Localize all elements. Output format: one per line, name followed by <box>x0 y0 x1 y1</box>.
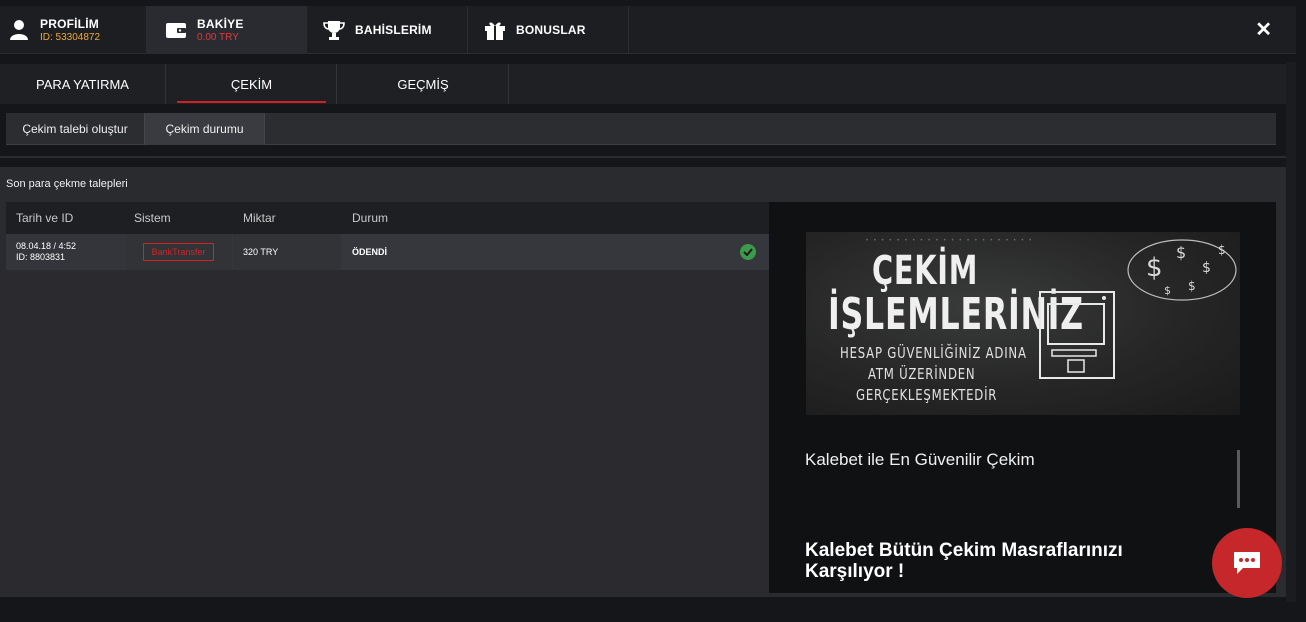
table-row[interactable]: 08.04.18 / 4:52 ID: 8803831 BankTransfer… <box>6 234 769 270</box>
cell-system: BankTransfer <box>125 234 232 270</box>
user-id: ID: 53304872 <box>40 32 101 43</box>
column-status: Durum <box>352 211 389 225</box>
request-date: 08.04.18 / 4:52 <box>16 241 77 251</box>
tab-my-bets-label: BAHİSLERİM <box>355 23 432 37</box>
banner-line-3: HESAP GÜVENLİĞİNİZ ADINA <box>840 344 1027 362</box>
cell-amount: 320 TRY <box>233 234 341 270</box>
trophy-icon <box>319 15 349 45</box>
divider <box>0 156 1286 158</box>
banner-dots: • • • • • • • • • • • • • • • • • • • • … <box>866 238 1034 244</box>
svg-text:$: $ <box>1146 253 1163 283</box>
promo-text-covers-fees: Kalebet Bütün Çekim Masraflarınızı Karşı… <box>805 540 1123 582</box>
column-date-id: Tarih ve ID <box>16 211 74 225</box>
tab-deposit[interactable]: PARA YATIRMA <box>0 64 166 104</box>
svg-text:$: $ <box>1188 279 1196 293</box>
tab-balance[interactable]: BAKİYE 0.00 TRY <box>147 6 307 54</box>
withdraw-requests-table: Tarih ve ID Sistem Miktar Durum 08.04.18… <box>6 202 769 593</box>
user-icon <box>4 15 34 45</box>
banner-line-4: ATM ÜZERİNDEN <box>868 365 976 383</box>
wallet-icon <box>161 15 191 45</box>
column-system: Sistem <box>134 211 171 225</box>
cell-date-id: 08.04.18 / 4:52 ID: 8803831 <box>6 234 124 270</box>
withdraw-promo-banner: • • • • • • • • • • • • • • • • • • • • … <box>806 232 1240 415</box>
withdraw-options-nav: Çekim talebi oluştur Çekim durumu <box>6 113 1276 145</box>
tab-history[interactable]: GEÇMİŞ <box>338 64 509 104</box>
close-icon[interactable]: ✕ <box>1255 20 1272 40</box>
promo-scrollbar[interactable] <box>1237 450 1240 508</box>
withdraw-subnav: PARA YATIRMA ÇEKİM GEÇMİŞ <box>0 64 1286 104</box>
banner-line-5: GERÇEKLEŞMEKTEDİR <box>856 386 998 404</box>
check-circle-icon <box>740 244 756 260</box>
live-chat-button[interactable] <box>1212 528 1282 598</box>
atm-icon <box>1039 291 1115 379</box>
banner-line-1: ÇEKİM <box>872 248 979 294</box>
request-id: ID: 8803831 <box>16 252 66 262</box>
system-badge: BankTransfer <box>142 243 215 261</box>
tab-bonuses-label: BONUSLAR <box>516 23 586 37</box>
money-bag-icon: $ $ $ $ $ $ <box>1127 239 1237 301</box>
svg-text:$: $ <box>1218 243 1226 257</box>
chat-bubble-icon <box>1234 552 1260 574</box>
svg-text:$: $ <box>1176 243 1186 262</box>
svg-text:$: $ <box>1164 284 1171 297</box>
cell-status: ÖDENDİ <box>352 247 388 257</box>
tab-bonuses[interactable]: BONUSLAR <box>468 6 629 54</box>
svg-text:$: $ <box>1202 260 1211 276</box>
table-header: Tarih ve ID Sistem Miktar Durum <box>6 202 769 234</box>
balance-value: 0.00 TRY <box>197 32 239 43</box>
promo-pane: • • • • • • • • • • • • • • • • • • • • … <box>769 202 1276 593</box>
tab-create-withdraw-request[interactable]: Çekim talebi oluştur <box>6 113 145 145</box>
account-top-bar: PROFİLİM ID: 53304872 BAKİYE 0.00 TRY BA… <box>0 6 1296 54</box>
panel-title: Son para çekme talepleri <box>6 178 128 190</box>
tab-profile-label: PROFİLİM <box>40 17 99 31</box>
tab-my-bets[interactable]: BAHİSLERİM <box>307 6 468 54</box>
gift-icon <box>480 15 510 45</box>
column-amount: Miktar <box>243 211 276 225</box>
outer-scrollbar[interactable] <box>1286 62 1296 602</box>
tab-withdraw[interactable]: ÇEKİM <box>167 64 337 104</box>
tab-withdraw-status[interactable]: Çekim durumu <box>145 113 265 145</box>
tab-profile[interactable]: PROFİLİM ID: 53304872 <box>0 6 147 54</box>
tab-balance-label: BAKİYE <box>197 17 244 31</box>
promo-text-reliable-withdraw: Kalebet ile En Güvenilir Çekim <box>805 450 1035 469</box>
withdraw-status-panel: Son para çekme talepleri Tarih ve ID Sis… <box>0 167 1286 597</box>
